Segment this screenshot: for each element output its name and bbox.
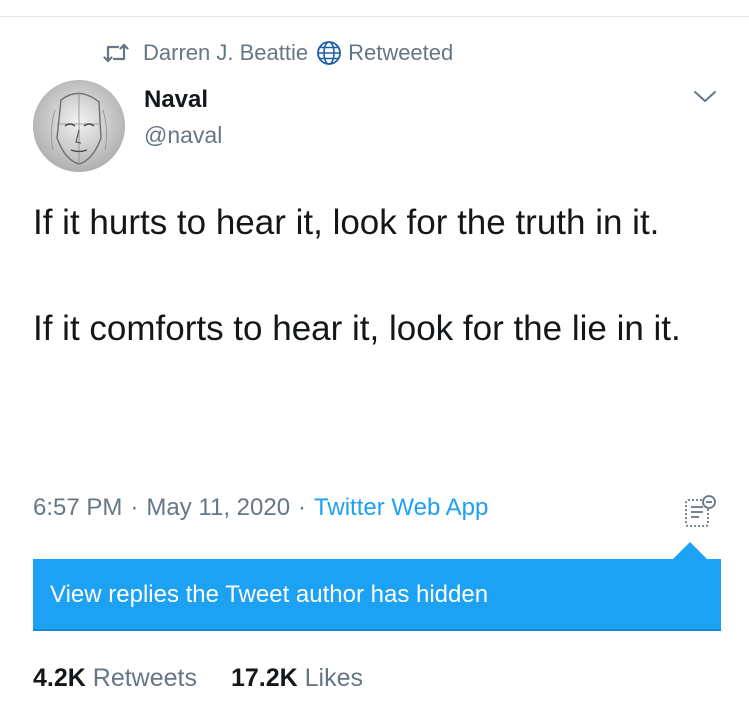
tweet-paragraph: If it comforts to hear it, look for the … xyxy=(33,309,681,348)
likes-count: 17.2K xyxy=(230,664,298,692)
retweets-label: Retweets xyxy=(92,664,197,692)
globe-icon xyxy=(317,41,341,65)
retweet-notice: Darren J. Beattie Retweeted xyxy=(103,38,453,68)
hidden-replies-pointer xyxy=(673,542,707,559)
author-name[interactable]: Naval xyxy=(144,86,208,114)
retweet-action-label: Retweeted xyxy=(348,40,454,65)
retweeter-name[interactable]: Darren J. Beattie xyxy=(143,40,308,66)
likes-label: Likes xyxy=(304,664,364,692)
tweet-analytics-icon[interactable] xyxy=(683,494,717,530)
tweet-text: If it hurts to hear it, look for the tru… xyxy=(33,196,723,355)
tweet-time[interactable]: 6:57 PM xyxy=(33,494,122,521)
top-divider xyxy=(0,16,749,17)
meta-separator: · xyxy=(130,494,139,521)
avatar[interactable] xyxy=(33,80,125,172)
retweet-icon xyxy=(103,43,129,63)
tweet-meta: 6:57 PM · May 11, 2020 · Twitter Web App xyxy=(33,494,488,522)
chevron-down-icon[interactable] xyxy=(692,86,718,106)
retweets-stat[interactable]: 4.2K Retweets xyxy=(33,664,197,692)
tweet-date[interactable]: May 11, 2020 xyxy=(146,494,290,521)
tweet-source-link[interactable]: Twitter Web App xyxy=(314,494,488,521)
hidden-replies-label: View replies the Tweet author has hidden xyxy=(50,581,489,608)
view-hidden-replies-button[interactable]: View replies the Tweet author has hidden xyxy=(33,559,721,631)
tweet-paragraph: If it hurts to hear it, look for the tru… xyxy=(33,203,660,242)
retweets-count: 4.2K xyxy=(33,664,86,692)
tweet-stats: 4.2K Retweets 17.2K Likes xyxy=(33,664,363,693)
likes-stat[interactable]: 17.2K Likes xyxy=(231,664,363,692)
avatar-sketch-face xyxy=(33,80,125,172)
author-handle[interactable]: @naval xyxy=(144,122,222,149)
meta-separator: · xyxy=(298,494,307,521)
